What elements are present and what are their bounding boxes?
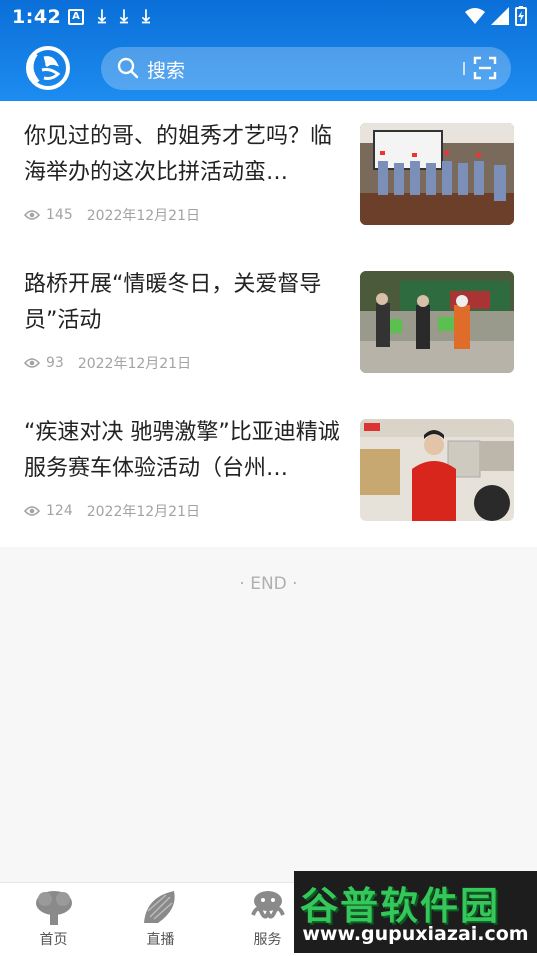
search-bar[interactable]: 搜索 <box>101 47 511 90</box>
watermark-title: 谷普软件园 <box>300 884 501 928</box>
scan-icon[interactable] <box>473 56 497 80</box>
article-meta: 124 2022年12月21日 <box>24 501 200 521</box>
list-item[interactable]: “疾速对决 驰骋激擎”比亚迪精诚服务赛车体验活动（台州… 124 2022年12… <box>0 397 537 545</box>
article-date: 2022年12月21日 <box>77 356 192 372</box>
end-of-list-text: · END · <box>239 574 298 594</box>
article-list: 你见过的哥、的姐秀才艺吗？临海举办的这次比拼活动蛮… 145 2022年12月2… <box>0 101 537 547</box>
notification-icons: A ⤓ ⤓ ⤓ <box>68 7 150 27</box>
tab-live[interactable]: 直播 <box>107 883 214 956</box>
eye-icon <box>24 506 40 516</box>
tab-label: 首页 <box>39 932 68 948</box>
list-item[interactable]: 路桥开展“情暖冬日，关爱督导员”活动 93 2022年12月21日 <box>0 249 537 397</box>
app-notification-icon: A <box>68 9 84 25</box>
view-count: 124 <box>46 503 73 519</box>
live-icon <box>144 891 175 923</box>
service-icon <box>251 891 285 919</box>
view-count: 93 <box>46 355 64 371</box>
system-icons <box>465 6 527 26</box>
app-header: 1:42 A ⤓ ⤓ ⤓ 搜索 <box>0 0 537 101</box>
article-title: 路桥开展“情暖冬日，关爱督导员”活动 <box>24 272 322 333</box>
eye-icon <box>24 358 40 368</box>
list-item[interactable]: 你见过的哥、的姐秀才艺吗？临海举办的这次比拼活动蛮… 145 2022年12月2… <box>0 101 537 249</box>
eye-icon <box>24 210 40 220</box>
article-title: “疾速对决 驰骋激擎”比亚迪精诚服务赛车体验活动（台州… <box>24 420 340 481</box>
article-thumbnail[interactable] <box>360 123 514 225</box>
watermark-url: www.gupuxiazai.com <box>302 923 529 945</box>
article-thumbnail[interactable] <box>360 271 514 373</box>
article-meta: 93 2022年12月21日 <box>24 353 191 373</box>
status-time: 1:42 <box>12 6 62 28</box>
download-icon: ⤓ <box>141 6 150 27</box>
signal-icon <box>491 7 509 25</box>
article-date: 2022年12月21日 <box>86 504 200 520</box>
home-icon <box>36 891 72 925</box>
article-title: 你见过的哥、的姐秀才艺吗？临海举办的这次比拼活动蛮… <box>24 124 333 185</box>
search-divider <box>463 62 465 75</box>
tab-home[interactable]: 首页 <box>0 883 107 956</box>
search-placeholder: 搜索 <box>147 60 186 82</box>
watermark-overlay: 谷普软件园 www.gupuxiazai.com <box>294 871 537 953</box>
status-bar: 1:42 A ⤓ ⤓ ⤓ <box>0 0 537 36</box>
article-thumbnail[interactable] <box>360 419 514 521</box>
search-icon <box>117 57 139 79</box>
view-count: 145 <box>46 207 73 223</box>
app-logo-icon[interactable] <box>22 46 70 90</box>
tab-label: 直播 <box>146 932 175 948</box>
download-icon: ⤓ <box>98 6 106 27</box>
article-meta: 145 2022年12月21日 <box>24 205 200 225</box>
battery-icon <box>515 6 527 26</box>
article-date: 2022年12月21日 <box>86 208 200 224</box>
download-icon: ⤓ <box>119 6 128 27</box>
wifi-icon <box>465 8 485 24</box>
